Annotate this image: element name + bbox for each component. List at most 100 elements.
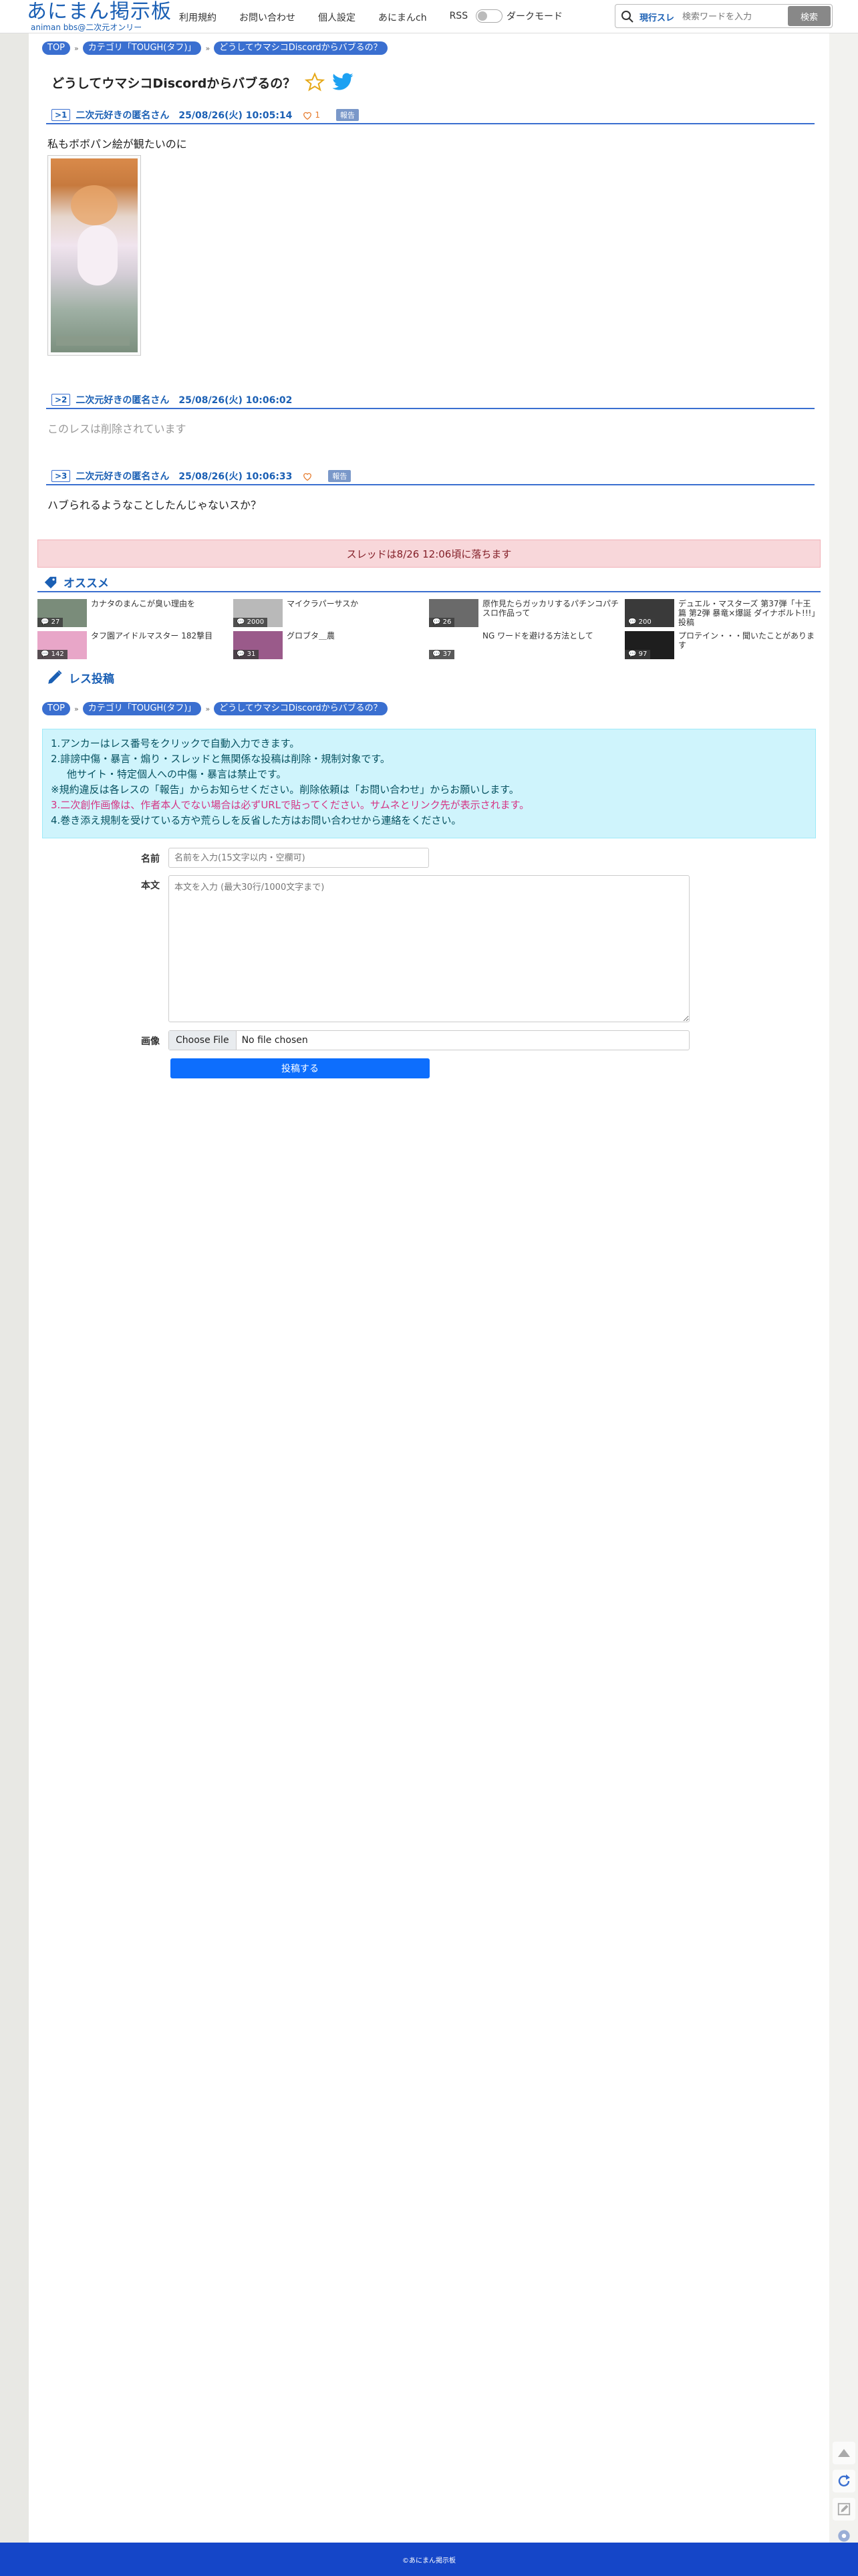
recommend-heading: オススメ xyxy=(42,574,109,590)
thumbnail: 💬 26 xyxy=(429,599,478,627)
logo-title: あにまん掲示板 xyxy=(27,0,172,23)
list-item[interactable]: 💬 31 グロブタ＿農 xyxy=(233,631,427,662)
post-image[interactable] xyxy=(47,155,141,356)
logo-subtitle: animan bbs@二次元オンリー xyxy=(31,23,142,32)
main-nav: 利用規約 お問い合わせ 個人設定 あにまんch RSS xyxy=(179,11,490,24)
compose-button[interactable] xyxy=(833,2498,855,2521)
scroll-top-button[interactable] xyxy=(833,2442,855,2464)
list-item[interactable]: 💬 37 NG ワードを避ける方法として xyxy=(429,631,623,662)
list-item-title: グロブタ＿農 xyxy=(287,631,335,640)
breadcrumb-category[interactable]: カテゴリ「TOUGH(タフ)」 xyxy=(82,702,202,715)
post-body: 私もボボパン絵が観たいのに xyxy=(47,138,187,150)
list-item-title: プロテイン・・・聞いたことがあります xyxy=(678,631,815,650)
list-item[interactable]: 💬 142 タフ園アイドルマスター 182撃目 xyxy=(37,631,231,662)
nav-contact[interactable]: お問い合わせ xyxy=(239,11,295,24)
post-header: >3 二次元好きの匿名さん 25/08/26(火) 10:06:33 報告 xyxy=(46,468,815,485)
nav-animanch[interactable]: あにまんch xyxy=(378,11,427,24)
main-content: TOP » カテゴリ「TOUGH(タフ)」 » どうしてウマシコDiscordか… xyxy=(29,33,829,2543)
thumbnail: 💬 142 xyxy=(37,631,87,659)
list-item-title: タフ園アイドルマスター 182撃目 xyxy=(91,631,213,640)
reply-count: 💬 26 xyxy=(429,618,455,627)
search-input[interactable] xyxy=(682,9,782,25)
post-header: >1 二次元好きの匿名さん 25/08/26(火) 10:05:14 1 報告 xyxy=(46,107,815,124)
list-item[interactable]: 💬 200 デュエル・マスターズ 第37弾「十王篇 第2弾 暴竜×爆誕 ダイナボ… xyxy=(625,599,819,630)
breadcrumb-separator: » xyxy=(205,43,210,53)
breadcrumb-top[interactable]: TOP xyxy=(42,41,71,55)
post-form-title: レス投稿 xyxy=(69,672,114,686)
nav-rss[interactable]: RSS xyxy=(450,11,468,24)
thumbnail: 💬 27 xyxy=(37,599,87,627)
copyright: ©あにまん掲示板 xyxy=(402,2557,456,2565)
dark-mode-toggle[interactable]: ダークモード xyxy=(476,9,563,23)
search-icon xyxy=(621,11,633,23)
reply-count: 💬 2000 xyxy=(233,618,268,627)
dark-mode-switch[interactable] xyxy=(476,9,503,23)
rule-line: 他サイト・特定個人への中傷・暴言は禁止です。 xyxy=(67,768,287,780)
search-button[interactable]: 検索 xyxy=(788,6,831,26)
rule-line: 1.アンカーはレス番号をクリックで自動入力できます。 xyxy=(51,737,300,749)
list-item[interactable]: 💬 2000 マイクラパーサスか xyxy=(233,599,427,630)
twitter-icon[interactable] xyxy=(331,72,354,92)
report-button[interactable]: 報告 xyxy=(336,109,360,121)
heart-icon[interactable] xyxy=(303,472,312,481)
reply-count: 💬 200 xyxy=(625,618,655,627)
reload-button[interactable] xyxy=(833,2470,855,2492)
rule-line: 2.誹謗中傷・暴言・煽り・スレッドと無関係な投稿は削除・規制対象です。 xyxy=(51,753,390,765)
breadcrumb-top[interactable]: TOP xyxy=(42,702,71,715)
rule-line: 3.二次創作画像は、作者本人でない場合は必ずURLで貼ってください。サムネとリン… xyxy=(51,799,530,811)
list-item[interactable]: 💬 97 プロテイン・・・聞いたことがあります xyxy=(625,631,819,662)
thumbnail: 💬 200 xyxy=(625,599,674,627)
body-field[interactable] xyxy=(168,875,690,1022)
reply-count: 💬 97 xyxy=(625,650,651,659)
nav-settings[interactable]: 個人設定 xyxy=(318,11,355,24)
star-icon[interactable] xyxy=(305,72,325,92)
nav-terms[interactable]: 利用規約 xyxy=(179,11,217,24)
thumbnail: 💬 37 xyxy=(429,631,478,659)
reply-count: 💬 37 xyxy=(429,650,455,659)
submit-button[interactable]: 投稿する xyxy=(170,1058,430,1078)
search-box: 現行スレ 検索 xyxy=(615,4,833,28)
tag-icon xyxy=(44,576,57,588)
report-button[interactable]: 報告 xyxy=(328,470,351,482)
search-scope[interactable]: 現行スレ xyxy=(639,11,674,23)
list-item[interactable]: 💬 27 カナタのまんこが臭い理由を xyxy=(37,599,231,630)
footer: ©あにまん掲示板 xyxy=(0,2543,858,2576)
file-name: No file chosen xyxy=(241,1035,308,1046)
breadcrumb-thread[interactable]: どうしてウマシコDiscordからバブるの？ xyxy=(214,41,388,55)
site-logo[interactable]: あにまん掲示板 animan bbs@二次元オンリー xyxy=(27,0,172,33)
post-number[interactable]: >3 xyxy=(51,470,71,482)
list-item-title: 原作見たらガッカリするパチンコパチスロ作品って xyxy=(482,599,619,618)
top-bar: あにまん掲示板 animan bbs@二次元オンリー 利用規約 お問い合わせ 個… xyxy=(0,0,858,33)
dark-mode-label: ダークモード xyxy=(507,11,563,22)
post-date: 25/08/26(火) 10:06:02 xyxy=(178,395,293,406)
choose-file-button[interactable]: Choose File xyxy=(169,1031,237,1050)
name-label: 名前 xyxy=(141,854,160,864)
recommend-title: オススメ xyxy=(63,577,109,590)
list-item-title: カナタのまんこが臭い理由を xyxy=(91,599,196,608)
list-item-title: マイクラパーサスか xyxy=(287,599,359,608)
edit-icon xyxy=(837,2502,851,2516)
breadcrumb: TOP » カテゴリ「TOUGH(タフ)」 » どうしてウマシコDiscordか… xyxy=(42,702,388,715)
heart-icon[interactable] xyxy=(303,111,312,120)
breadcrumb-thread[interactable]: どうしてウマシコDiscordからバブるの？ xyxy=(214,702,388,715)
reload-icon xyxy=(838,2474,850,2487)
post-number[interactable]: >1 xyxy=(51,109,71,121)
list-item[interactable]: 💬 26 原作見たらガッカリするパチンコパチスロ作品って xyxy=(429,599,623,630)
image-file-input[interactable]: Choose File No file chosen xyxy=(168,1030,690,1050)
thumbnail: 💬 2000 xyxy=(233,599,283,627)
reply-count: 💬 27 xyxy=(37,618,63,627)
post-number[interactable]: >2 xyxy=(51,394,71,406)
pencil-icon xyxy=(48,670,62,684)
thumbnail: 💬 31 xyxy=(233,631,283,659)
breadcrumb-category[interactable]: カテゴリ「TOUGH(タフ)」 xyxy=(82,41,202,55)
right-gutter xyxy=(829,33,858,2543)
rule-line: 4.巻き添え規制を受けている方や荒らしを反省した方はお問い合わせから連絡をくださ… xyxy=(51,814,462,826)
reply-count: 💬 142 xyxy=(37,650,67,659)
rule-line: ※規約違反は各レスの「報告」からお知らせください。削除依頼は「お問い合わせ」から… xyxy=(51,784,519,796)
post-body: ハブられるようなことしたんじゃないスか？ xyxy=(47,499,262,511)
breadcrumb-separator: » xyxy=(74,704,79,713)
name-field[interactable] xyxy=(168,848,429,868)
expire-notice: スレッドは8/26 12:06頃に落ちます xyxy=(37,540,821,568)
post-date: 25/08/26(火) 10:05:14 xyxy=(178,110,293,121)
breadcrumb-separator: » xyxy=(74,43,79,53)
